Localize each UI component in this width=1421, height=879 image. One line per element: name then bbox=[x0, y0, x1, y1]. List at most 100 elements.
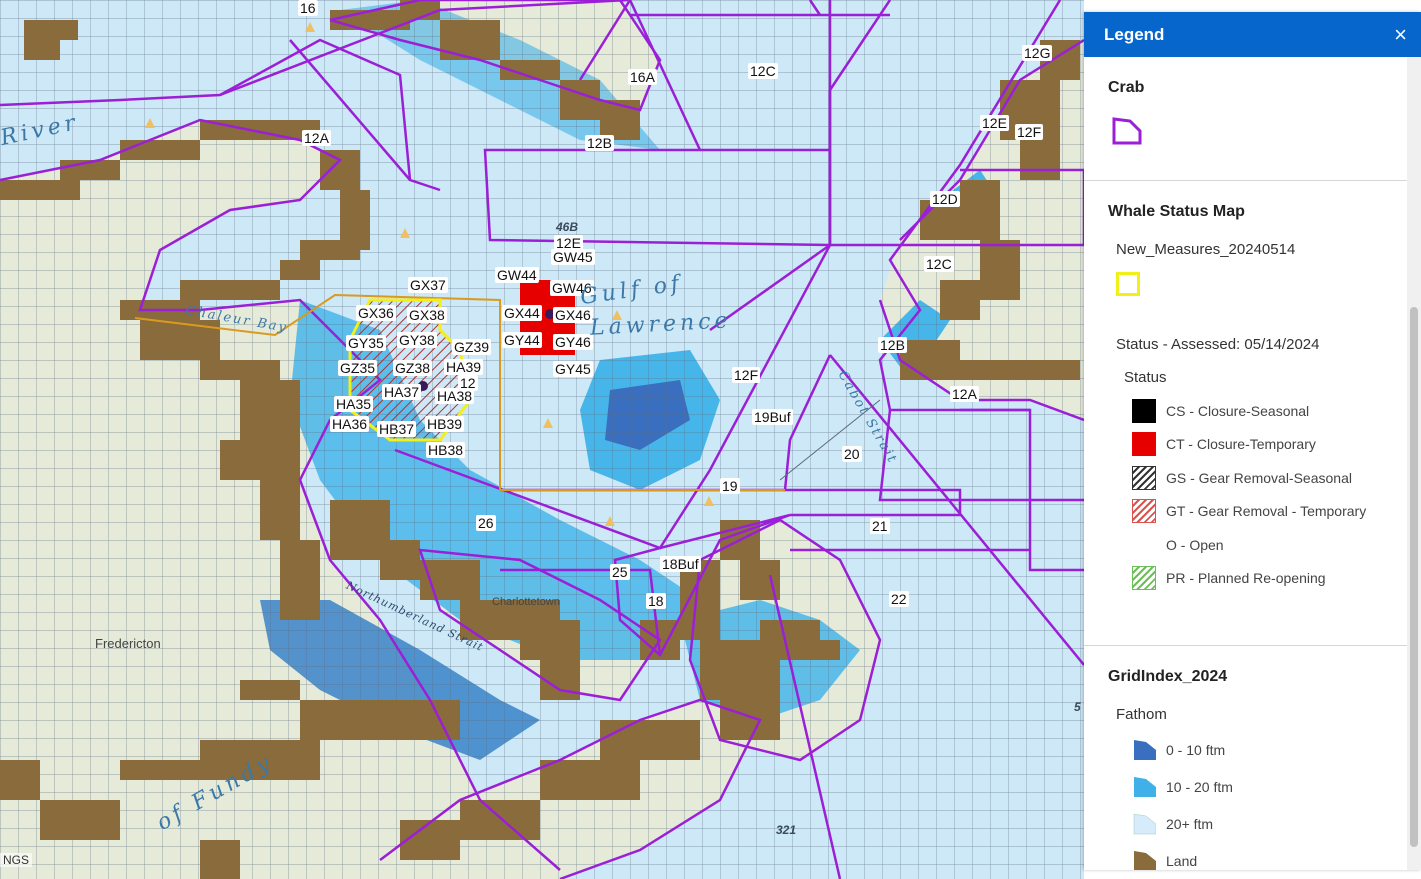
legend-item-label: O - Open bbox=[1166, 536, 1224, 553]
fathom-list: 0 - 10 ftm 10 - 20 ftm 20+ ftm Land bbox=[1108, 731, 1407, 870]
map-attribution: NGS bbox=[0, 853, 33, 867]
zone-label: 22 bbox=[889, 591, 909, 607]
fathom-swatch-0-10 bbox=[1134, 739, 1156, 760]
zone-label: 12G bbox=[1022, 45, 1053, 61]
close-icon[interactable]: × bbox=[1394, 23, 1407, 46]
zone-label: GX36 bbox=[356, 305, 396, 321]
status-swatch-pr bbox=[1132, 566, 1156, 591]
legend-layer-name: New_Measures_20240514 bbox=[1116, 241, 1296, 258]
zone-label: HA37 bbox=[382, 384, 422, 400]
map-view[interactable]: 16 16A 12C 12G 12A 12B 12E 12F 12D 12C 1… bbox=[0, 0, 1084, 879]
legend-item-label: Land bbox=[1166, 852, 1198, 869]
legend-scrollbar-thumb[interactable] bbox=[1410, 307, 1418, 847]
zone-label: 12C bbox=[924, 256, 954, 272]
zone-label: HB39 bbox=[425, 416, 465, 432]
legend-item: O - Open bbox=[1132, 528, 1407, 562]
zone-label: 12F bbox=[1015, 124, 1044, 140]
depth-label: 5 bbox=[1074, 700, 1081, 714]
legend-section-title: Whale Status Map bbox=[1108, 203, 1245, 220]
zone-label: 12C bbox=[748, 63, 778, 79]
legend-item-label: 0 - 10 ftm bbox=[1166, 741, 1226, 758]
zone-label: 12B bbox=[878, 337, 907, 353]
legend-item-label: CS - Closure-Seasonal bbox=[1166, 402, 1310, 419]
legend-status-sub: Status bbox=[1124, 369, 1167, 386]
zone-label: 19 bbox=[720, 478, 740, 494]
fathom-swatch-10-20 bbox=[1134, 776, 1156, 797]
legend-scrollbar[interactable] bbox=[1407, 57, 1421, 870]
zone-label: GZ38 bbox=[393, 360, 433, 376]
legend-item-label: GT - Gear Removal - Temporary bbox=[1166, 503, 1367, 520]
legend-body: Crab Whale Status Map New_Measures_20240… bbox=[1084, 57, 1407, 870]
zone-label: 18Buf bbox=[660, 556, 701, 572]
zone-label: GY45 bbox=[553, 361, 593, 377]
zone-label: GW44 bbox=[495, 267, 539, 283]
legend-item: CT - Closure-Temporary bbox=[1132, 428, 1407, 462]
status-swatch-ct bbox=[1132, 432, 1156, 457]
zone-label: GZ35 bbox=[338, 360, 378, 376]
legend-section-grid: GridIndex_2024 Fathom 0 - 10 ftm 10 - 20… bbox=[1084, 646, 1407, 870]
legend-item: PR - Planned Re-opening bbox=[1132, 562, 1407, 596]
zone-label: GY44 bbox=[502, 332, 542, 348]
legend-item: 20+ ftm bbox=[1132, 805, 1407, 842]
legend-panel: Legend × Crab Whale Status Map New_Measu… bbox=[1084, 12, 1421, 870]
legend-item: 10 - 20 ftm bbox=[1132, 768, 1407, 805]
legend-section-whale: Whale Status Map New_Measures_20240514 S… bbox=[1084, 181, 1407, 646]
status-list: CS - Closure-Seasonal CT - Closure-Tempo… bbox=[1108, 394, 1407, 595]
zone-label: 12D bbox=[930, 191, 960, 207]
legend-item: GS - Gear Removal-Seasonal bbox=[1132, 461, 1407, 495]
legend-section-title: GridIndex_2024 bbox=[1108, 668, 1228, 685]
legend-item-label: 20+ ftm bbox=[1166, 815, 1214, 832]
city-label: Fredericton bbox=[95, 636, 161, 651]
zone-label: 25 bbox=[610, 564, 630, 580]
zone-label: HA39 bbox=[444, 359, 484, 375]
zone-label: 12 bbox=[458, 375, 478, 391]
zone-label: GX37 bbox=[408, 277, 448, 293]
zone-label: 16 bbox=[298, 0, 318, 16]
new-measures-swatch bbox=[1116, 272, 1140, 296]
zone-label-small: 46B bbox=[556, 220, 579, 234]
legend-item-label: PR - Planned Re-opening bbox=[1166, 570, 1326, 587]
legend-item: GT - Gear Removal - Temporary bbox=[1132, 495, 1407, 529]
zone-label: GX38 bbox=[407, 307, 447, 323]
legend-item: CS - Closure-Seasonal bbox=[1132, 394, 1407, 428]
grid-index-overlay bbox=[0, 0, 1084, 879]
zone-label: GY35 bbox=[346, 335, 386, 351]
zone-label: GY38 bbox=[397, 332, 437, 348]
legend-section-crab: Crab bbox=[1084, 57, 1407, 181]
zone-label: GW45 bbox=[551, 249, 595, 265]
zone-label: 12B bbox=[585, 135, 614, 151]
legend-item-label: CT - Closure-Temporary bbox=[1166, 436, 1316, 453]
city-label: Charlottetown bbox=[492, 596, 560, 608]
zone-label: 20 bbox=[842, 446, 862, 462]
zone-label: HA36 bbox=[330, 416, 370, 432]
zone-label: 21 bbox=[870, 518, 890, 534]
zone-label: 16A bbox=[628, 69, 657, 85]
zone-label: 19Buf bbox=[752, 409, 793, 425]
legend-grid-sub: Fathom bbox=[1116, 706, 1167, 723]
legend-title: Legend bbox=[1104, 24, 1165, 44]
legend-item: 0 - 10 ftm bbox=[1132, 731, 1407, 768]
depth-label: 321 bbox=[776, 823, 797, 837]
legend-section-title: Crab bbox=[1108, 79, 1145, 96]
fathom-swatch-20-plus bbox=[1133, 813, 1156, 834]
status-swatch-gs bbox=[1132, 465, 1156, 490]
zone-label: GX44 bbox=[502, 305, 542, 321]
status-swatch-o bbox=[1132, 533, 1156, 557]
legend-item-label: 10 - 20 ftm bbox=[1166, 778, 1233, 795]
zone-label: 12A bbox=[950, 386, 979, 402]
zone-label: 12A bbox=[302, 130, 331, 146]
crab-polygon-icon bbox=[1112, 117, 1142, 145]
status-swatch-gt bbox=[1132, 499, 1156, 524]
legend-item: Land bbox=[1132, 842, 1407, 870]
legend-header: Legend × bbox=[1084, 12, 1421, 57]
zone-label: GY46 bbox=[553, 334, 593, 350]
status-swatch-cs bbox=[1132, 398, 1156, 423]
zone-label: 12F bbox=[732, 367, 761, 383]
map-canvas[interactable] bbox=[0, 0, 1084, 879]
legend-item-label: GS - Gear Removal-Seasonal bbox=[1166, 469, 1352, 486]
zone-label: HB38 bbox=[426, 442, 466, 458]
legend-status-heading: Status - Assessed: 05/14/2024 bbox=[1116, 336, 1320, 353]
zone-label: 18 bbox=[646, 593, 666, 609]
zone-label: 12E bbox=[980, 115, 1009, 131]
zone-label: GZ39 bbox=[452, 339, 492, 355]
